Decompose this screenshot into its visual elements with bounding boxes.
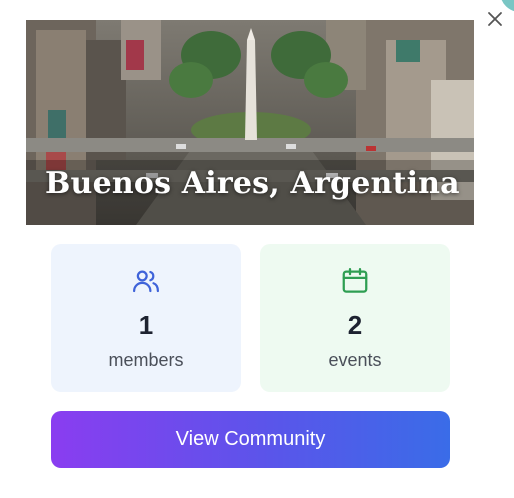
close-button[interactable] — [484, 8, 506, 30]
members-count: 1 — [138, 310, 154, 340]
view-community-button[interactable]: View Community — [51, 411, 450, 468]
events-count: 2 — [347, 310, 363, 340]
events-label: events — [328, 350, 382, 370]
community-card: Buenos Aires, Argentina 1 members 2 even… — [0, 0, 514, 498]
users-icon — [133, 270, 159, 293]
close-icon — [488, 12, 502, 26]
community-title: Buenos Aires, Argentina — [45, 166, 460, 201]
hero-image: Buenos Aires, Argentina — [26, 20, 474, 225]
events-stat: 2 events — [260, 244, 450, 392]
members-stat: 1 members — [51, 244, 241, 392]
members-label: members — [108, 350, 184, 370]
calendar-icon — [342, 268, 368, 293]
